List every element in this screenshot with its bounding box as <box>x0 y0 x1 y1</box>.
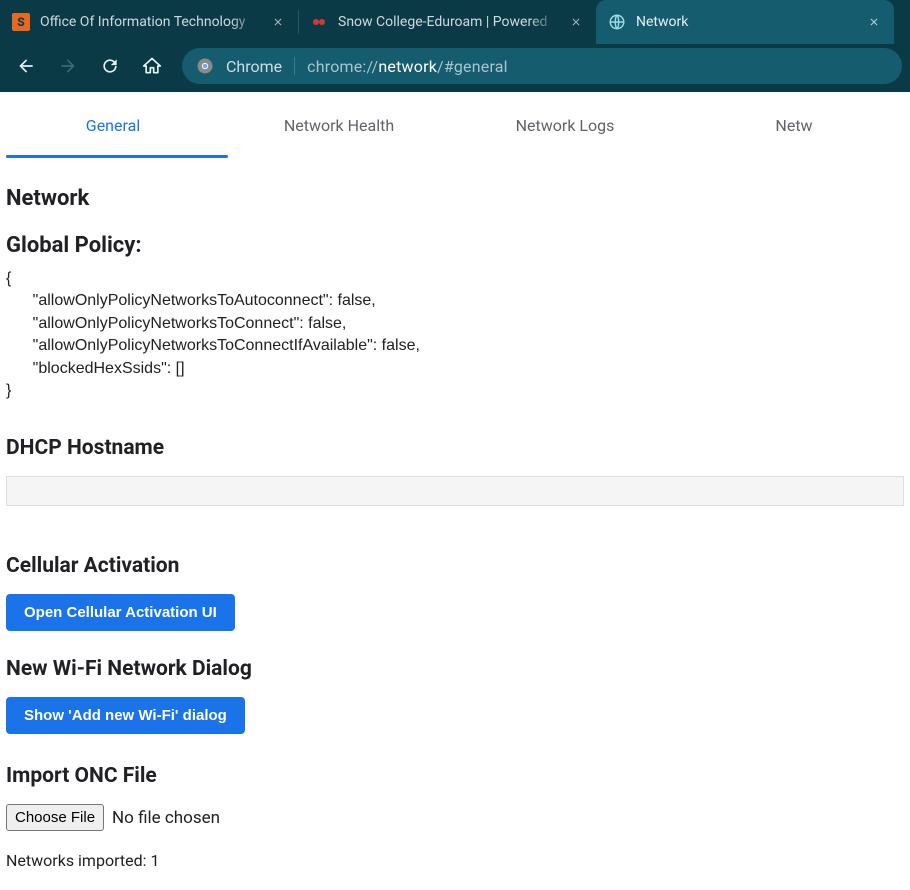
file-chooser: Choose File No file chosen <box>6 804 904 831</box>
heading-global-policy: Global Policy: <box>6 233 904 258</box>
subtab-label: General <box>86 116 140 135</box>
close-icon[interactable] <box>270 14 286 30</box>
omnibox-separator <box>294 57 295 75</box>
subtab-strip: General Network Health Network Logs Netw <box>0 92 910 158</box>
omnibox-chip: Chrome <box>226 57 282 76</box>
import-status: Networks imported: 1 <box>6 851 904 870</box>
heading-network: Network <box>6 186 904 211</box>
browser-chrome: S Office Of Information Technology Snow … <box>0 0 910 92</box>
reload-button[interactable] <box>92 48 128 84</box>
file-chooser-status: No file chosen <box>112 808 220 828</box>
forward-button <box>50 48 86 84</box>
subtab-network-more[interactable]: Netw <box>678 92 910 158</box>
tab-title: Office Of Information Technology <box>40 14 260 30</box>
dhcp-hostname-input[interactable] <box>6 476 904 506</box>
tab-title: Snow College-Eduroam | Powered <box>338 14 558 30</box>
subtab-label: Network Logs <box>516 116 615 135</box>
heading-dhcp-hostname: DHCP Hostname <box>6 436 904 460</box>
globe-icon <box>608 13 626 31</box>
page-content: General Network Health Network Logs Netw… <box>0 92 910 890</box>
chrome-icon <box>196 57 214 75</box>
tab-office-it[interactable]: S Office Of Information Technology <box>0 0 298 44</box>
tab-eduroam[interactable]: Snow College-Eduroam | Powered <box>298 0 596 44</box>
subtab-label: Netw <box>775 116 812 135</box>
subtab-general[interactable]: General <box>0 92 226 158</box>
subtab-label: Network Health <box>284 116 394 135</box>
omnibox-url: chrome://network/#general <box>307 57 508 76</box>
close-icon[interactable] <box>568 14 584 30</box>
tab-strip: S Office Of Information Technology Snow … <box>0 0 910 44</box>
choose-file-button[interactable]: Choose File <box>6 804 104 831</box>
home-button[interactable] <box>134 48 170 84</box>
red-link-icon <box>310 13 328 31</box>
add-wifi-button[interactable]: Show 'Add new Wi-Fi' dialog <box>6 697 245 734</box>
omnibox[interactable]: Chrome chrome://network/#general <box>182 48 902 84</box>
snow-s-icon: S <box>12 13 30 31</box>
close-icon[interactable] <box>866 14 882 30</box>
toolbar: Chrome chrome://network/#general <box>0 44 910 92</box>
back-button[interactable] <box>8 48 44 84</box>
tab-network[interactable]: Network <box>596 0 894 44</box>
global-policy-code: { "allowOnlyPolicyNetworksToAutoconnect"… <box>6 268 904 402</box>
subtab-network-logs[interactable]: Network Logs <box>452 92 678 158</box>
heading-cellular: Cellular Activation <box>6 554 904 578</box>
open-cellular-button[interactable]: Open Cellular Activation UI <box>6 594 235 631</box>
active-indicator <box>6 155 228 158</box>
subtab-network-health[interactable]: Network Health <box>226 92 452 158</box>
heading-import-onc: Import ONC File <box>6 764 904 788</box>
heading-wifi-dialog: New Wi-Fi Network Dialog <box>6 657 904 681</box>
page-main: Network Global Policy: { "allowOnlyPolic… <box>0 158 910 890</box>
tab-title: Network <box>636 14 856 30</box>
